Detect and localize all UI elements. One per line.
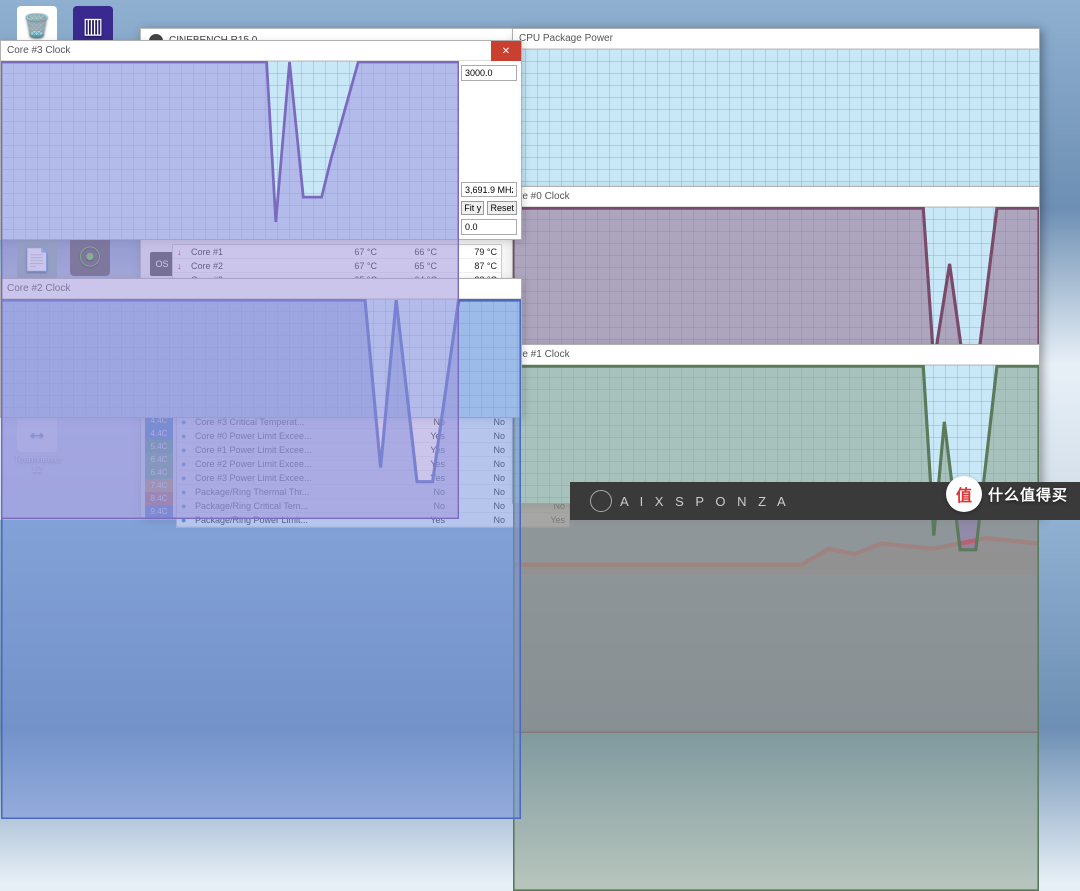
reset-button[interactable]: Reset: [487, 201, 517, 215]
watermark-text: 什么值得买: [988, 484, 1068, 505]
y-min-input[interactable]: [461, 219, 517, 235]
window-title: Core #3 Clock: [7, 45, 70, 56]
core3-plot: [1, 61, 459, 519]
window-title: re #1 Clock: [519, 349, 570, 360]
cpu-package-power-window[interactable]: CPU Package Power: [512, 28, 1040, 188]
current-value-readout[interactable]: [461, 182, 517, 198]
close-button[interactable]: ✕: [491, 41, 521, 61]
sponsor-logo-icon: [590, 490, 612, 512]
window-titlebar[interactable]: re #0 Clock: [513, 187, 1039, 207]
core1-plot: [513, 365, 1039, 891]
core0-clock-window[interactable]: re #0 Clock: [512, 186, 1040, 346]
y-max-input[interactable]: [461, 65, 517, 81]
core3-clock-window[interactable]: Core #3 Clock ✕ Fit y Reset: [0, 40, 522, 240]
close-icon: ✕: [502, 46, 510, 57]
window-titlebar[interactable]: CPU Package Power: [513, 29, 1039, 49]
fit-y-button[interactable]: Fit y: [461, 201, 484, 215]
window-titlebar[interactable]: Core #3 Clock ✕: [1, 41, 521, 61]
window-title: re #0 Clock: [519, 191, 570, 202]
window-titlebar[interactable]: re #1 Clock: [513, 345, 1039, 365]
chart-controls-panel: Fit y Reset: [461, 65, 517, 235]
watermark-badge-icon: 值: [946, 476, 982, 512]
window-title: CPU Package Power: [519, 33, 613, 44]
sponsor-text: A I X S P O N Z A: [620, 494, 790, 509]
smzdm-watermark: 值 什么值得买: [946, 476, 1068, 512]
